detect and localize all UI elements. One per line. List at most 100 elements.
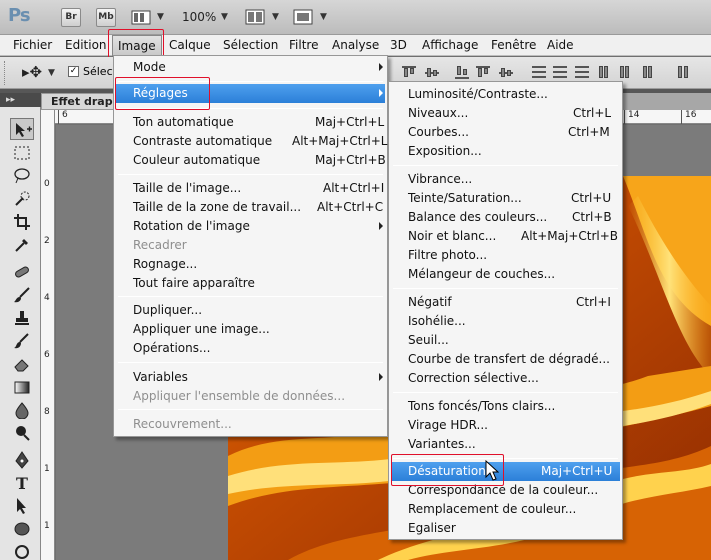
launch-bridge-button[interactable]: Br bbox=[61, 8, 81, 27]
menu-affichage[interactable]: Affichage bbox=[422, 38, 478, 52]
align-top-icon[interactable] bbox=[402, 66, 416, 79]
ruler-label: 0 bbox=[44, 179, 50, 189]
launch-minibridge-button[interactable]: Mb bbox=[96, 8, 116, 27]
align-left-icon[interactable] bbox=[476, 66, 490, 79]
align-bottom-icon[interactable] bbox=[455, 66, 469, 79]
path-selection-tool[interactable] bbox=[10, 495, 34, 517]
application-bar: Ps Br Mb ▼ 100% ▼ ▼ ▼ bbox=[0, 0, 711, 35]
menu-item-tons-fonces[interactable]: Tons foncés/Tons clairs... bbox=[391, 397, 620, 416]
menu-item-seuil[interactable]: Seuil... bbox=[391, 331, 620, 350]
menu-item-ton-auto[interactable]: Ton automatique Maj+Ctrl+L bbox=[116, 113, 385, 132]
menu-item-couleur-auto[interactable]: Couleur automatique Maj+Ctrl+B bbox=[116, 151, 386, 170]
chevron-down-icon[interactable]: ▼ bbox=[157, 12, 164, 22]
menu-3d[interactable]: 3D bbox=[390, 38, 407, 52]
menu-analyse[interactable]: Analyse bbox=[332, 38, 379, 52]
gradient-tool[interactable] bbox=[10, 376, 34, 398]
menu-item-negatif[interactable]: Négatif Ctrl+I bbox=[391, 293, 620, 312]
quick-selection-tool[interactable] bbox=[10, 188, 34, 210]
view-extras-icon[interactable] bbox=[131, 10, 155, 29]
menu-item-virage-hdr[interactable]: Virage HDR... bbox=[391, 416, 620, 435]
distribute-left-icon[interactable] bbox=[599, 66, 613, 79]
align-hcenter-icon[interactable] bbox=[499, 66, 513, 79]
brush-tool[interactable] bbox=[10, 284, 34, 306]
distribute-vcenter-icon[interactable] bbox=[553, 66, 567, 79]
spot-healing-tool[interactable] bbox=[10, 261, 34, 283]
menu-item-operations[interactable]: Opérations... bbox=[116, 339, 385, 358]
svg-text:T: T bbox=[16, 474, 28, 492]
menu-item-melangeur-couches[interactable]: Mélangeur de couches... bbox=[391, 265, 620, 284]
menu-separator bbox=[118, 296, 383, 297]
menu-item-dupliquer[interactable]: Dupliquer... bbox=[116, 301, 385, 320]
menu-item-teinte-saturation[interactable]: Teinte/Saturation... Ctrl+U bbox=[391, 189, 620, 208]
menu-filtre[interactable]: Filtre bbox=[289, 38, 318, 52]
menu-selection[interactable]: Sélection bbox=[223, 38, 278, 52]
screen-mode-icon[interactable] bbox=[293, 9, 315, 29]
menu-item-balance-couleurs[interactable]: Balance des couleurs... Ctrl+B bbox=[391, 208, 620, 227]
distribute-top-icon[interactable] bbox=[532, 66, 546, 79]
menu-item-remplacement-couleur[interactable]: Remplacement de couleur... bbox=[391, 500, 620, 519]
menu-item-tout-afficher[interactable]: Tout faire apparaître bbox=[116, 274, 385, 293]
vertical-ruler[interactable]: 0 2 4 6 8 1 1 bbox=[41, 110, 55, 560]
menu-item-niveaux[interactable]: Niveaux... Ctrl+L bbox=[391, 104, 620, 123]
menu-item-egaliser[interactable]: Egaliser bbox=[391, 519, 620, 538]
shape-tool[interactable] bbox=[10, 518, 34, 540]
menu-item-contraste-auto[interactable]: Contraste automatique Alt+Maj+Ctrl+L bbox=[116, 132, 388, 151]
chevron-down-icon[interactable]: ▼ bbox=[320, 12, 327, 22]
zoom-level[interactable]: 100% bbox=[182, 10, 216, 24]
3d-rotate-tool[interactable] bbox=[10, 541, 34, 560]
menu-item-mode[interactable]: Mode bbox=[116, 58, 385, 77]
menu-item-appliquer-image[interactable]: Appliquer une image... bbox=[116, 320, 385, 339]
menu-fichier[interactable]: Fichier bbox=[13, 38, 52, 52]
blur-tool[interactable] bbox=[10, 399, 34, 421]
menu-shortcut: Ctrl+L bbox=[573, 106, 612, 120]
menu-item-variables[interactable]: Variables bbox=[116, 368, 385, 387]
crop-tool[interactable] bbox=[10, 211, 34, 233]
menu-item-taille-zone[interactable]: Taille de la zone de travail... Alt+Ctrl… bbox=[116, 198, 385, 217]
distribute-right-icon[interactable] bbox=[643, 66, 657, 79]
menu-item-courbe-degrade[interactable]: Courbe de transfert de dégradé... bbox=[391, 350, 620, 369]
menu-item-label: Rognage... bbox=[133, 257, 198, 271]
menu-fenetre[interactable]: Fenêtre bbox=[491, 38, 536, 52]
menu-item-label: Teinte/Saturation... bbox=[408, 191, 522, 205]
pen-tool[interactable] bbox=[10, 449, 34, 471]
marquee-tool[interactable] bbox=[10, 142, 34, 164]
menu-item-taille-image[interactable]: Taille de l'image... Alt+Ctrl+I bbox=[116, 179, 385, 198]
menu-item-rotation[interactable]: Rotation de l'image bbox=[116, 217, 385, 236]
menu-item-label: Rotation de l'image bbox=[133, 219, 250, 233]
move-tool-preset-icon[interactable]: ▸✥ bbox=[22, 63, 42, 81]
eyedropper-tool[interactable] bbox=[10, 234, 34, 256]
dodge-tool[interactable] bbox=[10, 422, 34, 444]
type-tool[interactable]: T bbox=[10, 472, 34, 494]
history-brush-tool[interactable] bbox=[10, 330, 34, 352]
distribute-bottom-icon[interactable] bbox=[575, 66, 589, 79]
menu-item-exposition[interactable]: Exposition... bbox=[391, 142, 620, 161]
move-tool[interactable] bbox=[10, 118, 34, 140]
menu-item-filtre-photo[interactable]: Filtre photo... bbox=[391, 246, 620, 265]
menu-item-noir-blanc[interactable]: Noir et blanc... Alt+Maj+Ctrl+B bbox=[391, 227, 620, 246]
document-tab[interactable]: Effet drapea bbox=[41, 93, 124, 110]
options-grip[interactable] bbox=[4, 61, 8, 85]
clone-stamp-tool[interactable] bbox=[10, 307, 34, 329]
auto-select-checkbox[interactable]: ✓ bbox=[68, 66, 79, 77]
chevron-down-icon[interactable]: ▼ bbox=[272, 12, 279, 22]
menu-item-correction-selective[interactable]: Correction sélective... bbox=[391, 369, 620, 388]
distribute-hcenter-icon[interactable] bbox=[620, 66, 634, 79]
align-vcenter-icon[interactable] bbox=[425, 66, 439, 79]
auto-align-layers-icon[interactable] bbox=[678, 66, 692, 79]
chevron-down-icon[interactable]: ▼ bbox=[48, 68, 55, 78]
menu-item-courbes[interactable]: Courbes... Ctrl+M bbox=[391, 123, 620, 142]
arrange-documents-icon[interactable] bbox=[245, 9, 267, 29]
lasso-tool[interactable] bbox=[10, 165, 34, 187]
eraser-tool[interactable] bbox=[10, 353, 34, 375]
menu-edition[interactable]: Edition bbox=[65, 38, 107, 52]
menu-item-rognage[interactable]: Rognage... bbox=[116, 255, 385, 274]
ruler-label: 2 bbox=[44, 236, 50, 246]
menu-calque[interactable]: Calque bbox=[169, 38, 211, 52]
menu-item-isohelie[interactable]: Isohélie... bbox=[391, 312, 620, 331]
menu-item-vibrance[interactable]: Vibrance... bbox=[391, 170, 620, 189]
menu-aide[interactable]: Aide bbox=[547, 38, 574, 52]
chevron-down-icon[interactable]: ▼ bbox=[221, 12, 228, 22]
toolbox-header[interactable]: ▸▸ bbox=[0, 93, 41, 107]
menu-item-luminosite[interactable]: Luminosité/Contraste... bbox=[391, 85, 620, 104]
menu-item-variantes[interactable]: Variantes... bbox=[391, 435, 620, 454]
